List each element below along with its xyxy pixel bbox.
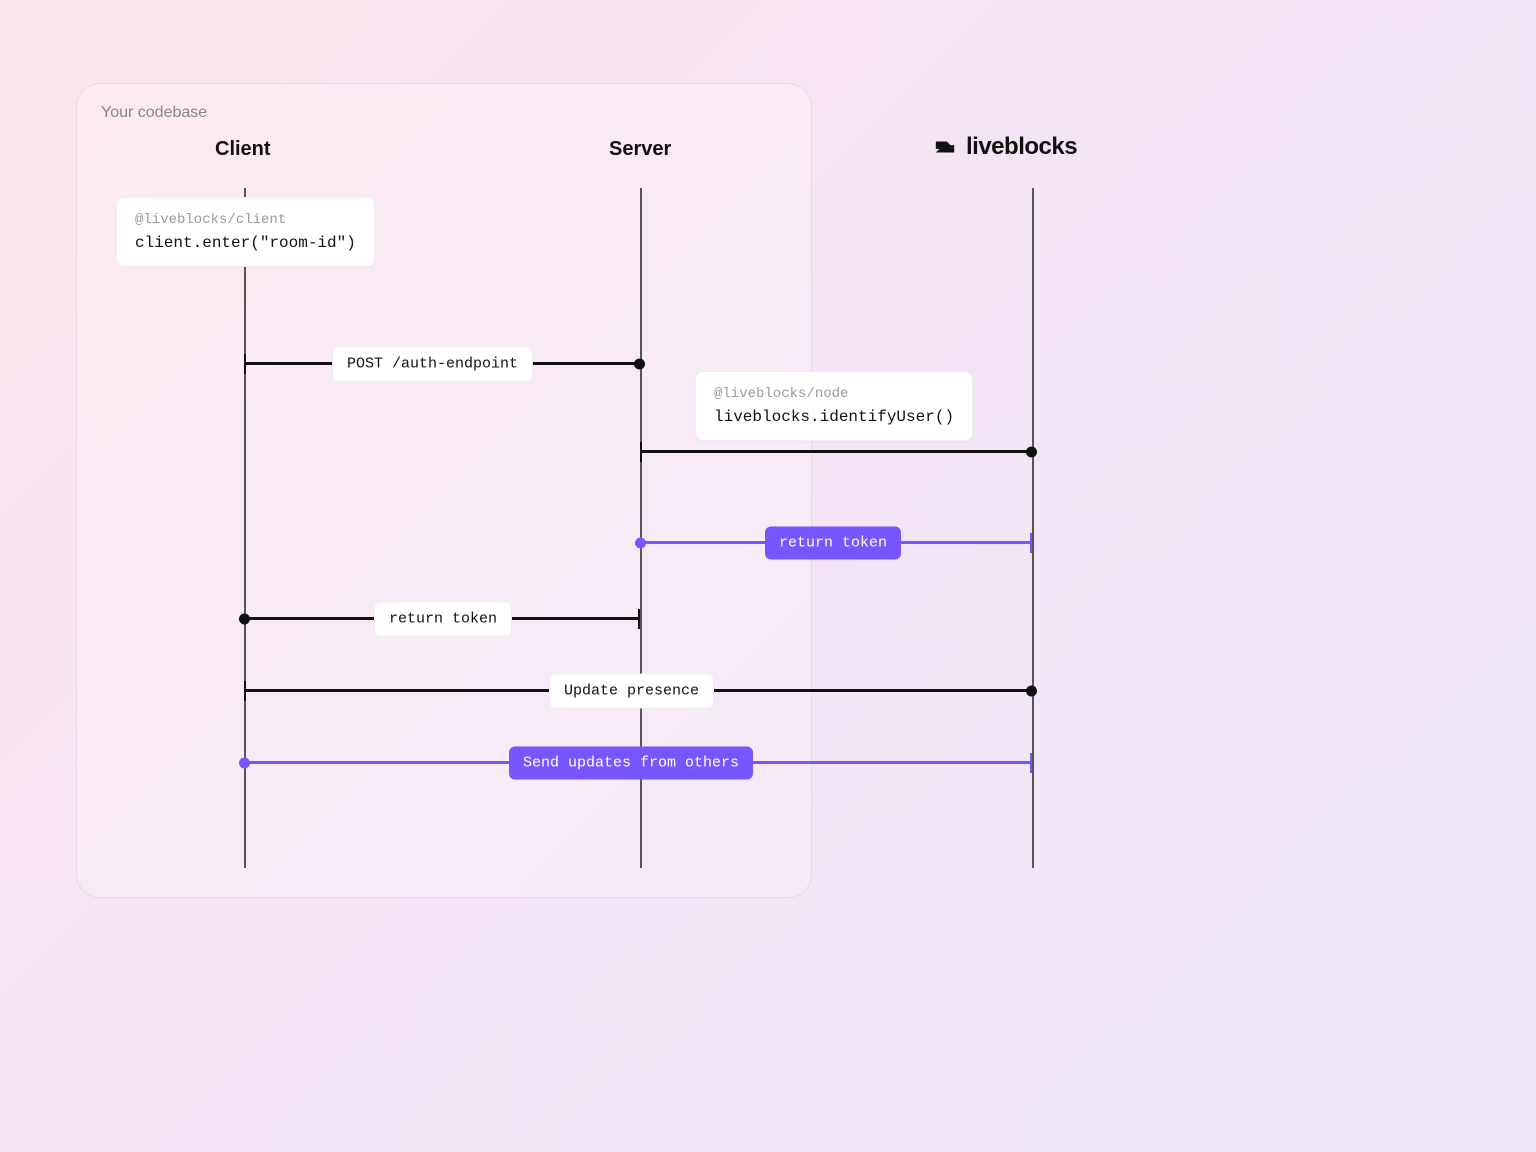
arrow-send-updates: Send updates from others [244,761,1032,764]
brand-text: liveblocks [966,133,1077,161]
server-code: liveblocks.identifyUser() [714,408,954,426]
lifeline-liveblocks [1032,188,1034,868]
heading-client: Client [215,138,271,161]
client-pkg: @liveblocks/client [135,212,356,228]
code-box-server: @liveblocks/node liveblocks.identifyUser… [695,371,973,441]
arrow-return-token-client: return token [244,617,640,620]
client-code: client.enter("room-id") [135,234,356,252]
arrow-identify-user [640,450,1032,453]
label-return-token-server: return token [765,526,901,559]
arrow-return-token-server: return token [640,541,1032,544]
server-pkg: @liveblocks/node [714,386,954,402]
label-post-auth: POST /auth-endpoint [332,346,533,381]
brand-liveblocks: liveblocks [934,133,1077,161]
arrow-update-presence: Update presence [244,689,1032,692]
arrow-post-auth: POST /auth-endpoint [244,362,640,365]
label-send-updates: Send updates from others [509,746,753,779]
codebase-label: Your codebase [101,104,207,122]
label-update-presence: Update presence [549,673,714,708]
liveblocks-icon [934,136,956,158]
code-box-client: @liveblocks/client client.enter("room-id… [116,197,375,267]
heading-server: Server [609,138,671,161]
label-return-token-client: return token [374,601,512,636]
